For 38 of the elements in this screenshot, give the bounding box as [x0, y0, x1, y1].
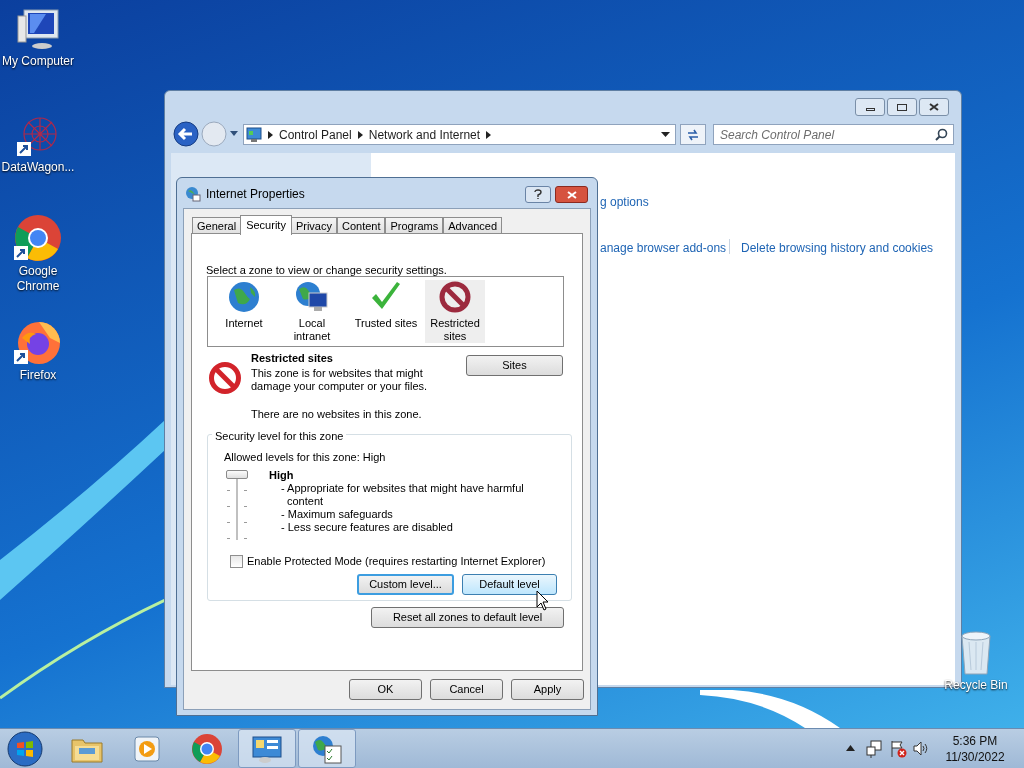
zone-item[interactable]: Local intranet [277, 280, 347, 343]
level-description: - Less secure features are disabled [281, 521, 454, 534]
sites-button[interactable]: Sites [466, 355, 563, 376]
zone-item[interactable]: Trusted sites [351, 280, 421, 343]
desktop-icon-label[interactable]: My Computer [2, 54, 74, 69]
protected-mode-checkbox[interactable]: Enable Protected Mode (requires restarting Internet Explorer) [230, 553, 546, 570]
clock[interactable]: 5:36 PM 11/30/2022 [936, 733, 1014, 765]
search-field[interactable]: Search Control Panel [713, 124, 954, 145]
zone-description: This zone is for websites that might damage your computer or your files. [251, 367, 429, 393]
breadcrumb[interactable]: Control Panel [279, 125, 352, 144]
zone-item[interactable]: Internet [215, 280, 273, 343]
custom-level-button[interactable]: Custom level... [357, 574, 454, 595]
zone-title: Restricted sites [251, 351, 333, 366]
desktop-icon-label[interactable]: Google Chrome [13, 264, 63, 294]
window-title: Internet Properties [206, 186, 305, 203]
tab[interactable]: Security [240, 215, 292, 235]
clock-date: 11/30/2022 [945, 749, 1005, 765]
address-bar[interactable]: Control Panel Network and Internet [243, 124, 676, 145]
zone-item[interactable]: Restricted sites [425, 280, 485, 343]
desktop-icon-label[interactable]: DataWagon... [1, 160, 75, 175]
apply-button[interactable]: Apply [511, 679, 584, 700]
ok-button[interactable]: OK [349, 679, 422, 700]
default-level-button[interactable]: Default level [462, 574, 557, 595]
instruction-text: Select a zone to view or change security settings. [206, 263, 447, 278]
link[interactable]: g options [600, 193, 649, 211]
level-name: High [269, 468, 294, 483]
link[interactable]: anage browser add-ons [600, 239, 727, 257]
clock-time: 5:36 PM [952, 733, 998, 749]
breadcrumb[interactable]: Network and Internet [368, 125, 481, 144]
cancel-button[interactable]: Cancel [430, 679, 503, 700]
desktop-icon-label[interactable]: Recycle Bin [944, 678, 1008, 693]
level-description: - Appropriate for websites that might have harmful content [281, 482, 525, 508]
zone-note: There are no websites in this zone. [251, 407, 422, 422]
allowed-levels-text: Allowed levels for this zone: High [224, 450, 386, 465]
level-description: - Maximum safeguards [281, 508, 394, 521]
link[interactable]: Delete browsing history and cookies [741, 239, 934, 257]
desktop-icon-label[interactable]: Firefox [19, 368, 57, 383]
reset-zones-button[interactable]: Reset all zones to default level [371, 607, 564, 628]
